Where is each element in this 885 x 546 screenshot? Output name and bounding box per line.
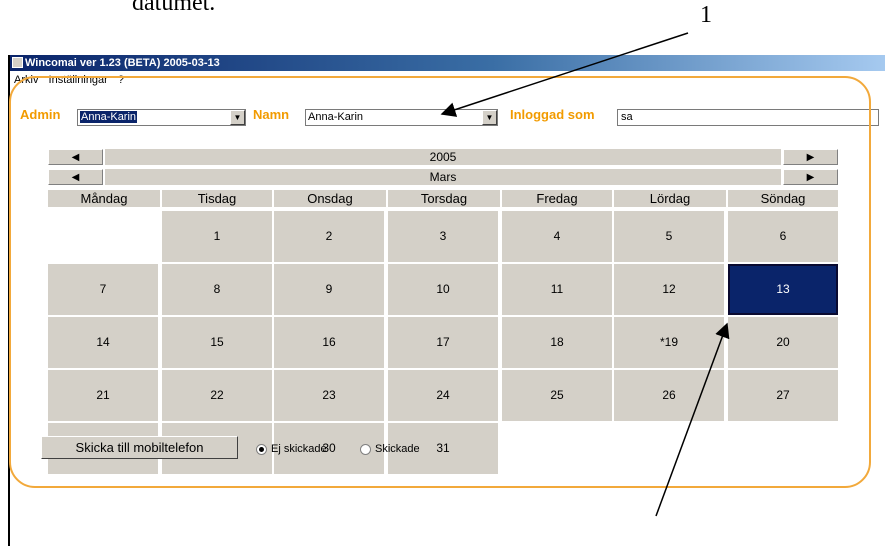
day-cell[interactable]: 4	[502, 211, 612, 262]
caption-text: datumet.	[132, 0, 216, 16]
radio-icon	[360, 443, 371, 455]
app-icon	[12, 57, 23, 68]
day-cell[interactable]: 22	[162, 370, 272, 421]
weekday-header: Torsdag	[388, 190, 500, 207]
day-cell[interactable]: 14	[48, 317, 158, 368]
day-cell[interactable]: 2	[274, 211, 384, 262]
radio-sent-label: Skickade	[375, 443, 420, 455]
arrow-right-icon: ▶	[806, 152, 815, 163]
weekday-header: Onsdag	[274, 190, 386, 207]
day-cell[interactable]: 1	[162, 211, 272, 262]
radio-icon	[256, 443, 267, 455]
year-display: 2005	[105, 149, 781, 165]
weekday-header: Lördag	[614, 190, 726, 207]
day-cell[interactable]: 17	[388, 317, 498, 368]
day-cell[interactable]: 15	[162, 317, 272, 368]
arrow-right-icon: ▶	[806, 172, 815, 183]
day-cell[interactable]: 24	[388, 370, 498, 421]
send-to-mobile-button[interactable]: Skicka till mobiltelefon	[41, 436, 238, 459]
day-cell[interactable]: 27	[728, 370, 838, 421]
day-cell[interactable]: 26	[614, 370, 724, 421]
window-title: Wincomai ver 1.23 (BETA) 2005-03-13	[25, 57, 220, 69]
day-cell[interactable]: 11	[502, 264, 612, 315]
day-cell[interactable]: 5	[614, 211, 724, 262]
weekday-header: Fredag	[502, 190, 612, 207]
day-cell[interactable]: 12	[614, 264, 724, 315]
day-cell[interactable]: 18	[502, 317, 612, 368]
day-cell[interactable]: 21	[48, 370, 158, 421]
prev-year-button[interactable]: ◀	[48, 149, 103, 165]
weekday-header: Söndag	[728, 190, 838, 207]
day-cell[interactable]: 10	[388, 264, 498, 315]
day-cell[interactable]: 8	[162, 264, 272, 315]
prev-month-button[interactable]: ◀	[48, 169, 103, 185]
radio-not-sent-label: Ej skickade	[271, 443, 327, 455]
weekday-header: Tisdag	[162, 190, 272, 207]
day-cell[interactable]: *19	[614, 317, 724, 368]
day-cell[interactable]: 6	[728, 211, 838, 262]
day-cell[interactable]: 16	[274, 317, 384, 368]
annotation-label-1: 1	[700, 2, 712, 28]
weekday-header: Måndag	[48, 190, 160, 207]
month-display: Mars	[105, 169, 781, 185]
next-year-button[interactable]: ▶	[783, 149, 838, 165]
day-cell[interactable]: 7	[48, 264, 158, 315]
day-cell[interactable]: 9	[274, 264, 384, 315]
radio-not-sent[interactable]: Ej skickade	[256, 443, 327, 455]
title-bar: Wincomai ver 1.23 (BETA) 2005-03-13	[10, 55, 885, 71]
arrow-left-icon: ◀	[71, 172, 80, 183]
radio-sent[interactable]: Skickade	[360, 443, 420, 455]
day-cell[interactable]: 23	[274, 370, 384, 421]
day-cell[interactable]: 25	[502, 370, 612, 421]
day-cell[interactable]: 3	[388, 211, 498, 262]
arrow-left-icon: ◀	[71, 152, 80, 163]
day-cell[interactable]: 20	[728, 317, 838, 368]
next-month-button[interactable]: ▶	[783, 169, 838, 185]
day-cell[interactable]: 13	[728, 264, 838, 315]
